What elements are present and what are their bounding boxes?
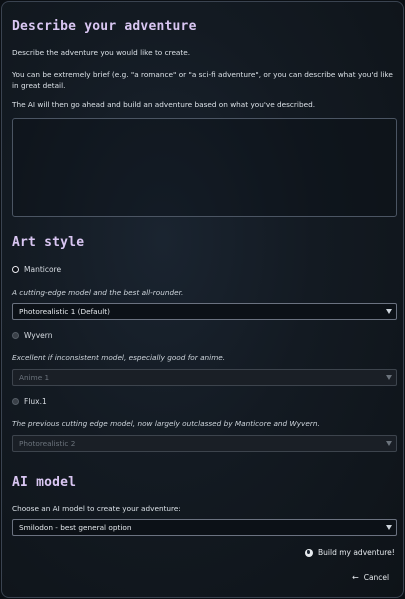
select-value: Smilodon - best general option (19, 523, 132, 532)
art-style-option-flux[interactable]: Flux.1 (12, 397, 47, 406)
adventure-description-textarea[interactable] (12, 118, 397, 217)
ai-model-select[interactable]: Smilodon - best general option (12, 519, 397, 536)
chevron-down-icon (386, 525, 392, 530)
arrow-left-icon: ← (352, 572, 359, 582)
art-style-option-manticore[interactable]: Manticore (12, 265, 61, 274)
radio-unselected-icon[interactable] (12, 398, 19, 405)
wyvern-style-select: Anime 1 (12, 369, 397, 386)
art-style-heading: Art style (12, 235, 85, 250)
describe-heading: Describe your adventure (12, 19, 197, 34)
select-value: Photorealistic 1 (Default) (19, 307, 111, 316)
build-adventure-button[interactable]: Build my adventure! (305, 548, 395, 557)
describe-ai-note: The AI will then go ahead and build an a… (12, 100, 316, 109)
art-style-option-label: Manticore (24, 265, 62, 274)
globe-icon (305, 548, 313, 557)
build-adventure-label: Build my adventure! (318, 548, 395, 557)
radio-selected-icon[interactable] (12, 266, 19, 273)
cancel-button[interactable]: ← Cancel (352, 573, 389, 582)
art-style-option-label: Flux.1 (24, 397, 47, 406)
describe-brief-hint: You can be extremely brief (e.g. "a roma… (12, 70, 393, 90)
select-value: Photorealistic 2 (19, 439, 76, 448)
chevron-down-icon (386, 375, 392, 380)
select-value: Anime 1 (19, 373, 50, 382)
art-style-option-description: A cutting-edge model and the best all-ro… (12, 288, 184, 297)
art-style-option-wyvern[interactable]: Wyvern (12, 331, 52, 340)
cancel-label: Cancel (363, 573, 390, 582)
ai-model-prompt: Choose an AI model to create your advent… (12, 504, 181, 513)
radio-unselected-icon[interactable] (12, 332, 19, 339)
flux-style-select: Photorealistic 2 (12, 435, 397, 452)
art-style-option-description: Excellent if inconsistent model, especia… (12, 353, 226, 362)
create-adventure-panel: Describe your adventure Describe the adv… (1, 1, 404, 598)
manticore-style-select[interactable]: Photorealistic 1 (Default) (12, 303, 397, 320)
art-style-option-description: The previous cutting edge model, now lar… (12, 419, 320, 428)
describe-intro: Describe the adventure you would like to… (12, 48, 191, 57)
ai-model-heading: AI model (12, 475, 77, 490)
art-style-option-label: Wyvern (24, 331, 53, 340)
chevron-down-icon (386, 309, 392, 314)
chevron-down-icon (386, 441, 392, 446)
